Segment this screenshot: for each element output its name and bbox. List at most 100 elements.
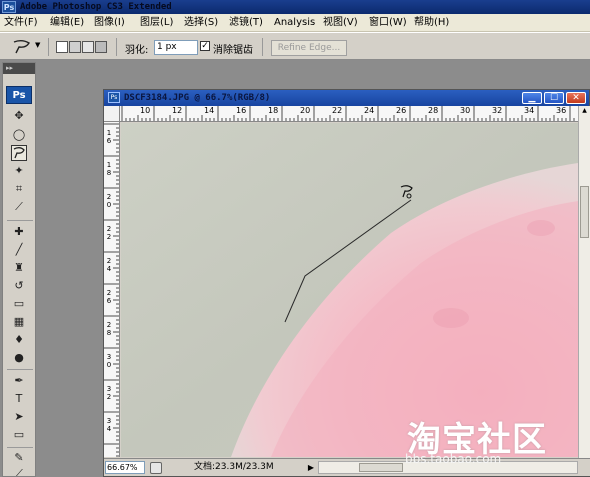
ruler-label: 2 4 bbox=[106, 257, 112, 273]
path-selection-tool-icon[interactable]: ➤ bbox=[11, 409, 27, 425]
toolbox-divider bbox=[7, 220, 33, 221]
ruler-label: 2 8 bbox=[106, 321, 112, 337]
ruler-label: 16 bbox=[236, 106, 247, 115]
move-tool-icon[interactable]: ✥ bbox=[11, 108, 27, 124]
ruler-label: 1 8 bbox=[106, 161, 112, 177]
ruler-label: 1 6 bbox=[106, 129, 112, 145]
menu-analysis[interactable]: Analysis bbox=[274, 14, 315, 32]
history-brush-tool-icon[interactable]: ↺ bbox=[11, 278, 27, 294]
document-title-bar[interactable]: Ps DSCF3184.JPG @ 66.7%(RGB/8) ▁ ☐ ✕ bbox=[104, 90, 589, 106]
options-bar: ▼ 羽化: 1 px ✓ 消除锯齿 Refine Edge... bbox=[0, 32, 590, 60]
maximize-button[interactable]: ☐ bbox=[544, 92, 564, 104]
photoshop-logo[interactable]: Ps bbox=[6, 86, 32, 104]
minimize-button[interactable]: ▁ bbox=[522, 92, 542, 104]
horizontal-scroll-thumb[interactable] bbox=[359, 463, 403, 472]
crop-tool-icon[interactable]: ⌗ bbox=[11, 181, 27, 197]
menu-layer[interactable]: 图层(L) bbox=[140, 14, 173, 32]
shape-tool-icon[interactable]: ▭ bbox=[11, 427, 27, 443]
ruler-label: 24 bbox=[364, 106, 375, 115]
type-tool-icon[interactable]: T bbox=[11, 391, 27, 407]
slice-tool-icon[interactable]: ⟋ bbox=[11, 199, 27, 215]
ruler-origin[interactable] bbox=[104, 106, 120, 122]
ruler-label: 32 bbox=[492, 106, 503, 115]
image-canvas[interactable] bbox=[121, 123, 578, 457]
menu-filter[interactable]: 滤镜(T) bbox=[229, 14, 263, 32]
dodge-tool-icon[interactable]: ● bbox=[11, 350, 27, 366]
lasso-cursor-icon bbox=[400, 185, 413, 199]
toolbox-grip[interactable]: ▸▸ bbox=[3, 63, 35, 74]
ruler-label: 22 bbox=[332, 106, 343, 115]
blur-tool-icon[interactable]: ♦ bbox=[11, 332, 27, 348]
subtract-selection-icon[interactable] bbox=[82, 41, 94, 53]
lasso-preset-icon[interactable] bbox=[10, 38, 34, 56]
ruler-label: 34 bbox=[524, 106, 535, 115]
gradient-tool-icon[interactable]: ▦ bbox=[11, 314, 27, 330]
intersect-selection-icon[interactable] bbox=[95, 41, 107, 53]
scroll-up-icon[interactable]: ▲ bbox=[580, 107, 589, 117]
clone-stamp-tool-icon[interactable]: ♜ bbox=[11, 260, 27, 276]
add-selection-icon[interactable] bbox=[69, 41, 81, 53]
menu-image[interactable]: 图像(I) bbox=[94, 14, 125, 32]
menu-select[interactable]: 选择(S) bbox=[184, 14, 218, 32]
menu-help[interactable]: 帮助(H) bbox=[414, 14, 449, 32]
vertical-scroll-thumb[interactable] bbox=[580, 186, 589, 238]
menu-view[interactable]: 视图(V) bbox=[323, 14, 358, 32]
magic-wand-tool-icon[interactable]: ✦ bbox=[11, 163, 27, 179]
brush-tool-icon[interactable]: ╱ bbox=[11, 242, 27, 258]
ruler-label: 2 6 bbox=[106, 289, 112, 305]
menu-window[interactable]: 窗口(W) bbox=[369, 14, 407, 32]
app-title: Adobe Photoshop CS3 Extended bbox=[20, 2, 172, 12]
ruler-label: 20 bbox=[300, 106, 311, 115]
options-divider bbox=[262, 38, 263, 56]
toolbox-divider bbox=[7, 447, 33, 448]
document-size: 文档:23.3M/23.3M bbox=[194, 462, 274, 472]
document-icon: Ps bbox=[108, 92, 120, 103]
vertical-scrollbar[interactable]: ▲ bbox=[578, 106, 590, 458]
ruler-label: 3 0 bbox=[106, 353, 112, 369]
toolbox-divider bbox=[7, 369, 33, 370]
ruler-label: 12 bbox=[172, 106, 183, 115]
menu-bar: 文件(F) 编辑(E) 图像(I) 图层(L) 选择(S) 滤镜(T) Anal… bbox=[0, 14, 590, 32]
ruler-label: 3 4 bbox=[106, 417, 112, 433]
feather-input[interactable]: 1 px bbox=[154, 40, 198, 55]
antialias-label: 消除锯齿 bbox=[213, 45, 253, 56]
ruler-label: 14 bbox=[204, 106, 215, 115]
ruler-label: 18 bbox=[268, 106, 279, 115]
pen-tool-icon[interactable]: ✒ bbox=[11, 373, 27, 389]
notes-tool-icon[interactable]: ✎ bbox=[11, 450, 27, 466]
refine-edge-button[interactable]: Refine Edge... bbox=[271, 40, 347, 56]
menu-edit[interactable]: 编辑(E) bbox=[50, 14, 84, 32]
options-divider bbox=[116, 38, 117, 56]
zoom-level-field[interactable]: 66.67% bbox=[105, 461, 145, 474]
lasso-tool-icon[interactable] bbox=[11, 145, 27, 161]
horizontal-ruler[interactable]: 10 12 14 16 18 20 22 24 26 28 30 32 34 3… bbox=[120, 106, 578, 122]
canvas-photo bbox=[121, 123, 578, 457]
ruler-label: 3 2 bbox=[106, 385, 112, 401]
status-info-icon[interactable] bbox=[150, 462, 162, 474]
watermark-url: bbs.taobao.com bbox=[405, 452, 502, 466]
feather-label: 羽化: bbox=[125, 45, 149, 56]
status-menu-arrow-icon[interactable]: ▶ bbox=[306, 462, 316, 473]
antialias-checkbox[interactable]: ✓ bbox=[200, 41, 210, 51]
healing-brush-tool-icon[interactable]: ✚ bbox=[11, 224, 27, 240]
ruler-label: 2 0 bbox=[106, 193, 112, 209]
document-title: DSCF3184.JPG @ 66.7%(RGB/8) bbox=[124, 93, 271, 103]
options-divider bbox=[48, 38, 49, 56]
eyedropper-tool-icon[interactable]: ⟋ bbox=[11, 466, 27, 476]
toolbox-panel: ▸▸ Ps ✥ ◯ ✦ ⌗ ⟋ ✚ ╱ ♜ ↺ ▭ ▦ ♦ ● ✒ T ➤ ▭ … bbox=[2, 62, 36, 477]
ruler-label: 28 bbox=[428, 106, 439, 115]
ruler-label: 10 bbox=[140, 106, 151, 115]
ruler-label: 26 bbox=[396, 106, 407, 115]
chevron-down-icon[interactable]: ▼ bbox=[35, 41, 40, 49]
watermark: 淘宝社区 bbs.taobao.com bbox=[405, 412, 590, 472]
eraser-tool-icon[interactable]: ▭ bbox=[11, 296, 27, 312]
new-selection-icon[interactable] bbox=[56, 41, 68, 53]
close-button[interactable]: ✕ bbox=[566, 92, 586, 104]
ruler-label: 2 2 bbox=[106, 225, 112, 241]
vertical-ruler[interactable]: 1 6 1 8 2 0 2 2 2 4 2 6 2 8 3 0 3 2 3 4 bbox=[104, 122, 120, 457]
photoshop-app-icon: Ps bbox=[2, 1, 16, 13]
marquee-tool-icon[interactable]: ◯ bbox=[11, 127, 27, 143]
ruler-label: 36 bbox=[556, 106, 567, 115]
ruler-label: 30 bbox=[460, 106, 471, 115]
menu-file[interactable]: 文件(F) bbox=[4, 14, 38, 32]
